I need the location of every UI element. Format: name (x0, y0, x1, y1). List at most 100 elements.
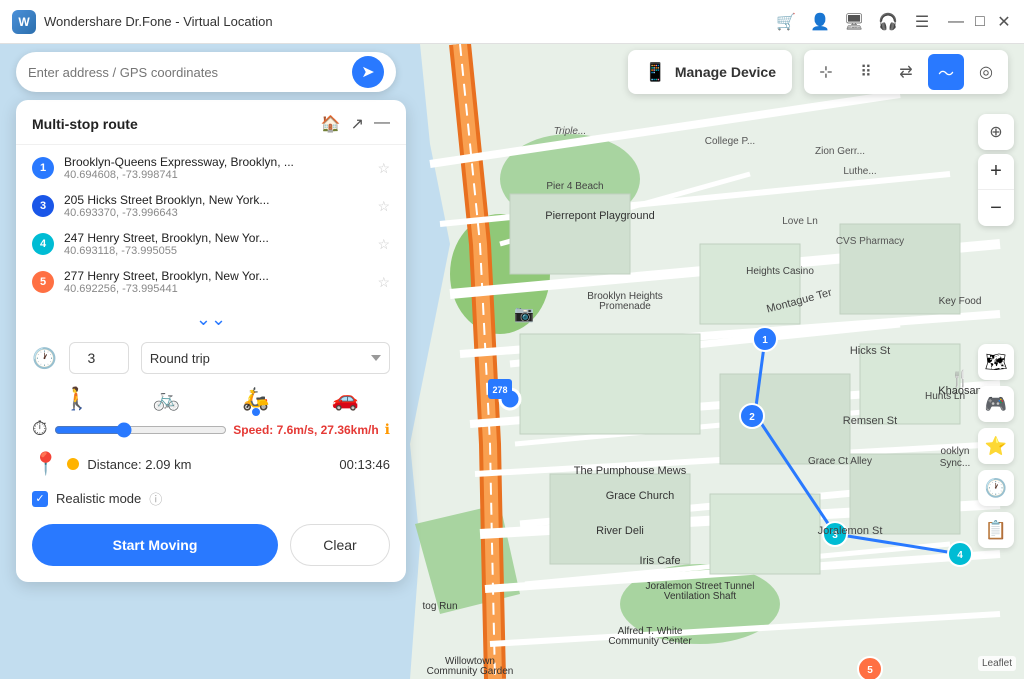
walk-mode-button[interactable]: 🚶 (32, 386, 122, 412)
route-coords-5: 40.692256, -73.995441 (64, 283, 367, 295)
zoom-out-button[interactable]: − (978, 190, 1014, 226)
location-button[interactable]: ⊕ (978, 114, 1014, 150)
search-bar[interactable]: ➤ (16, 52, 396, 92)
export-icon[interactable]: ↗ (351, 114, 364, 134)
transport-mode-selector: 🚶 🚲 🛵 🚗 (32, 386, 390, 412)
route-info-3: 205 Hicks Street Brooklyn, New York... 4… (64, 193, 367, 219)
star-icon-1[interactable]: ☆ (377, 160, 390, 177)
minimize-button[interactable]: — (948, 14, 964, 30)
search-submit-button[interactable]: ➤ (352, 56, 384, 88)
bike-mode-button[interactable]: 🚲 (122, 386, 212, 412)
svg-text:Pier 4 Beach: Pier 4 Beach (546, 181, 603, 192)
start-moving-button[interactable]: Start Moving (32, 524, 278, 566)
route-tool-button[interactable]: 〜 (928, 54, 964, 90)
star-icon-4[interactable]: ☆ (377, 236, 390, 253)
device-icon[interactable]: 🖥 (844, 12, 864, 32)
one-stop-tool-button[interactable]: ⠿ (848, 54, 884, 90)
route-dot-1: 1 (32, 157, 54, 179)
speed-info-icon[interactable]: ℹ (385, 421, 390, 438)
menu-icon[interactable]: ☰ (912, 12, 932, 32)
headset-icon[interactable]: 🎧 (878, 12, 898, 32)
realistic-mode-info-icon[interactable]: ⓘ (149, 489, 162, 508)
search-input[interactable] (28, 65, 352, 80)
svg-text:The Pumphouse Mews: The Pumphouse Mews (574, 465, 687, 477)
leaflet-badge: Leaflet (978, 656, 1016, 671)
collapse-icon[interactable]: — (374, 114, 390, 134)
manage-device-label: Manage Device (675, 64, 776, 80)
joystick-tool-button[interactable]: ◎ (968, 54, 1004, 90)
distance-icon: 📍 (32, 451, 59, 477)
svg-text:Hicks St: Hicks St (850, 345, 890, 357)
clear-button[interactable]: Clear (290, 524, 390, 566)
svg-text:River Deli: River Deli (596, 525, 644, 537)
distance-label: Distance: 2.09 km (87, 457, 191, 472)
manage-device-button[interactable]: 📱 Manage Device (628, 50, 792, 94)
svg-text:🍴: 🍴 (950, 369, 970, 388)
svg-text:Zion Gerr...: Zion Gerr... (815, 146, 865, 157)
sidebar-header-actions: 🏠 ↗ — (321, 114, 390, 134)
svg-text:Grace Ct Alley: Grace Ct Alley (808, 456, 872, 467)
selected-mode-dot (252, 408, 260, 416)
right-app-icons: 🗺 🎮 ⭐ 🕐 📋 (978, 344, 1014, 548)
scooter-mode-button[interactable]: 🛵 (211, 386, 301, 412)
star-icon-3[interactable]: ☆ (377, 198, 390, 215)
maximize-button[interactable]: □ (972, 14, 988, 30)
svg-text:4: 4 (957, 550, 963, 561)
route-coords-4: 40.693118, -73.995055 (64, 245, 367, 257)
speedometer-icon: ⏱ (32, 418, 48, 441)
notes-app-icon[interactable]: 📋 (978, 512, 1014, 548)
app-title: Wondershare Dr.Fone - Virtual Location (44, 14, 776, 29)
route-list: 1 Brooklyn-Queens Expressway, Brooklyn, … (16, 145, 406, 305)
app-logo: W (12, 10, 36, 34)
car-mode-button[interactable]: 🚗 (301, 386, 391, 412)
repeat-count-input[interactable] (69, 342, 129, 374)
svg-text:tog Run: tog Run (422, 601, 457, 612)
cart-icon[interactable]: 🛒 (776, 12, 796, 32)
svg-text:Love Ln: Love Ln (782, 216, 818, 227)
star-icon-5[interactable]: ☆ (377, 274, 390, 291)
zoom-in-button[interactable]: + (978, 154, 1014, 190)
route-dot-5: 5 (32, 271, 54, 293)
route-item: 1 Brooklyn-Queens Expressway, Brooklyn, … (16, 149, 406, 187)
svg-text:Community Center: Community Center (608, 636, 692, 647)
svg-text:Remsen St: Remsen St (843, 415, 897, 427)
svg-text:Key Food: Key Food (939, 296, 982, 307)
svg-text:Pierrepont Playground: Pierrepont Playground (545, 210, 654, 222)
sidebar-title: Multi-stop route (32, 116, 321, 132)
speed-slider-container: ⏱ Speed: 7.6m/s, 27.36km/h ℹ (32, 418, 390, 441)
speed-slider[interactable] (54, 422, 228, 438)
walk-icon: 🚶 (63, 386, 90, 412)
svg-text:278: 278 (492, 385, 507, 395)
route-name-1: Brooklyn-Queens Expressway, Brooklyn, ..… (64, 155, 367, 169)
expand-arrow-icon[interactable]: ⌄⌄ (196, 309, 226, 330)
home-icon[interactable]: 🏠 (321, 114, 341, 134)
svg-text:Triple...: Triple... (554, 126, 587, 137)
svg-text:CVS Pharmacy: CVS Pharmacy (836, 236, 904, 247)
svg-text:College P...: College P... (705, 136, 755, 147)
time-label: 00:13:46 (339, 457, 390, 472)
svg-text:5: 5 (867, 665, 873, 676)
close-button[interactable]: ✕ (996, 14, 1012, 30)
svg-text:📷: 📷 (514, 306, 534, 323)
bike-icon: 🚲 (153, 386, 180, 412)
game-icon[interactable]: 🎮 (978, 386, 1014, 422)
route-item-5: 5 277 Henry Street, Brooklyn, New Yor...… (16, 263, 406, 301)
window-controls: — □ ✕ (948, 14, 1012, 30)
google-maps-icon[interactable]: 🗺 (978, 344, 1014, 380)
realistic-mode-label: Realistic mode (56, 491, 141, 506)
user-icon[interactable]: 👤 (810, 12, 830, 32)
svg-text:2: 2 (749, 412, 755, 423)
expand-row: ⌄⌄ (16, 305, 406, 334)
clock-app-icon[interactable]: 🕐 (978, 470, 1014, 506)
distance-row: 📍 Distance: 2.09 km 00:13:46 (16, 445, 406, 483)
route-name-4: 247 Henry Street, Brooklyn, New Yor... (64, 231, 367, 245)
trip-type-select[interactable]: Round trip One-way (141, 342, 390, 374)
realistic-mode-checkbox[interactable]: ✓ (32, 491, 48, 507)
map-tools-bar: ⊹ ⠿ ⇄ 〜 ◎ (804, 50, 1008, 94)
multi-stop-tool-button[interactable]: ⇄ (888, 54, 924, 90)
route-coords-1: 40.694608, -73.998741 (64, 169, 367, 181)
svg-text:Sync...: Sync... (940, 458, 971, 469)
star-app-icon[interactable]: ⭐ (978, 428, 1014, 464)
teleport-tool-button[interactable]: ⊹ (808, 54, 844, 90)
route-info-1: Brooklyn-Queens Expressway, Brooklyn, ..… (64, 155, 367, 181)
